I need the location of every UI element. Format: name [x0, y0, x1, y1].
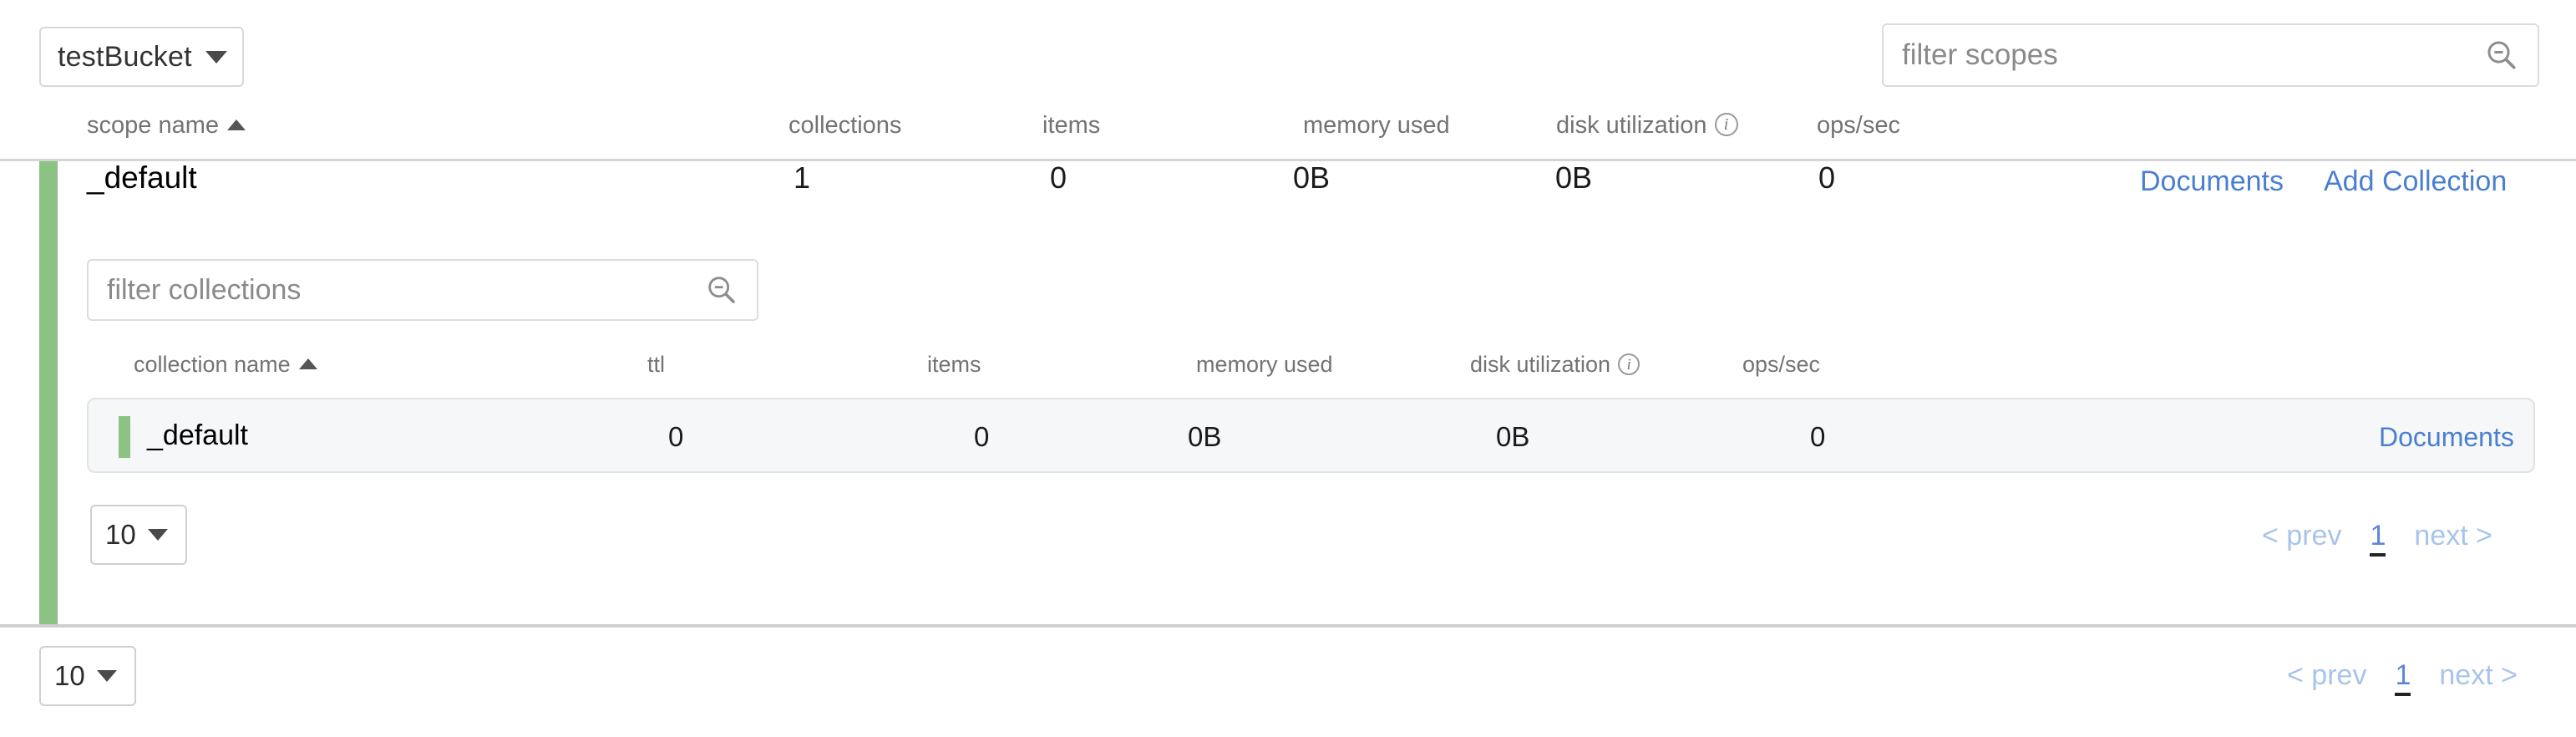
collection-ops-sec-value: 0 — [1810, 421, 1826, 452]
scope-memory-used-value: 0B — [1293, 160, 1331, 195]
scope-documents-link[interactable]: Documents — [2140, 165, 2284, 198]
collections-prev-page-link[interactable]: < prev — [2262, 520, 2341, 552]
column-header-memory-used[interactable]: memory used — [1303, 112, 1450, 140]
chevron-down-icon — [96, 670, 117, 682]
bucket-selector-dropdown[interactable]: testBucket — [39, 27, 244, 87]
collections-page-size-select[interactable]: 10 — [90, 505, 187, 565]
scope-add-collection-link[interactable]: Add Collection — [2324, 165, 2507, 198]
scopes-current-page-link[interactable]: 1 — [2395, 659, 2411, 696]
collection-name-value: _default — [147, 419, 248, 451]
collections-table-header: collection name ttl items memory used di… — [0, 347, 2576, 385]
column-header-ops-sec[interactable]: ops/sec — [1817, 112, 1900, 140]
column-header-ttl[interactable]: ttl — [647, 352, 665, 378]
collections-page-size-value: 10 — [105, 519, 136, 550]
collection-disk-utilization-value: 0B — [1496, 421, 1530, 452]
scopes-table-body — [0, 159, 2576, 628]
scope-collections-value: 1 — [794, 160, 811, 195]
scope-filter-input[interactable]: filter scopes — [1882, 23, 2539, 87]
scope-name-value: _default — [87, 160, 197, 195]
collection-memory-used-value: 0B — [1188, 421, 1222, 452]
collections-filter-input[interactable]: filter collections — [87, 259, 758, 321]
scopes-next-page-link[interactable]: next > — [2439, 659, 2518, 692]
info-circle-icon[interactable]: i — [1618, 353, 1640, 375]
scope-accent-bar — [39, 161, 58, 628]
scope-section-divider — [0, 624, 2576, 628]
column-header-collection-name[interactable]: collection name — [134, 352, 317, 378]
scopes-table-header: scope name collections items memory used… — [0, 105, 2576, 152]
scopes-page-size-select[interactable]: 10 — [39, 646, 136, 706]
caret-up-icon — [227, 119, 246, 130]
scopes-pagination: < prev 1 next > — [2287, 659, 2518, 696]
collections-pagination: < prev 1 next > — [2262, 520, 2492, 557]
column-header-items[interactable]: items — [1042, 112, 1100, 140]
scopes-and-collections-page: testBucket filter scopes scope name coll… — [0, 0, 2576, 737]
chevron-down-icon — [147, 529, 168, 541]
collections-current-page-link[interactable]: 1 — [2370, 520, 2386, 557]
chevron-down-icon — [205, 50, 227, 64]
bucket-selector-label: testBucket — [58, 40, 192, 73]
collections-table: _default 0 0 0B 0B 0 Documents — [87, 398, 2535, 473]
column-header-collection-items[interactable]: items — [927, 352, 981, 378]
scopes-prev-page-link[interactable]: < prev — [2287, 659, 2366, 692]
caret-up-icon — [298, 358, 317, 370]
scope-items-value: 0 — [1050, 160, 1067, 195]
search-zoom-out-icon[interactable] — [705, 273, 738, 307]
column-header-collection-memory-used[interactable]: memory used — [1196, 352, 1333, 378]
collection-ttl-value: 0 — [668, 421, 684, 452]
collection-items-value: 0 — [974, 421, 990, 452]
collection-accent-bar — [119, 416, 130, 458]
column-header-collections[interactable]: collections — [789, 112, 901, 140]
collection-documents-link[interactable]: Documents — [2379, 422, 2514, 453]
scope-row-default[interactable]: _default 1 0 0B 0B 0 Documents Add Colle… — [0, 160, 2576, 221]
column-header-collection-ops-sec[interactable]: ops/sec — [1742, 352, 1820, 378]
collections-next-page-link[interactable]: next > — [2414, 520, 2492, 552]
info-circle-icon[interactable]: i — [1714, 113, 1738, 137]
search-zoom-out-icon[interactable] — [2484, 38, 2519, 73]
scope-ops-sec-value: 0 — [1818, 160, 1836, 195]
collections-filter-placeholder: filter collections — [107, 273, 302, 306]
scope-disk-utilization-value: 0B — [1555, 160, 1593, 195]
column-header-disk-utilization[interactable]: disk utilization i — [1556, 112, 1738, 140]
scopes-page-size-value: 10 — [54, 660, 85, 691]
column-header-collection-disk-utilization[interactable]: disk utilization i — [1470, 352, 1640, 379]
scope-filter-placeholder: filter scopes — [1902, 38, 2058, 71]
column-header-scope-name[interactable]: scope name — [87, 112, 246, 140]
